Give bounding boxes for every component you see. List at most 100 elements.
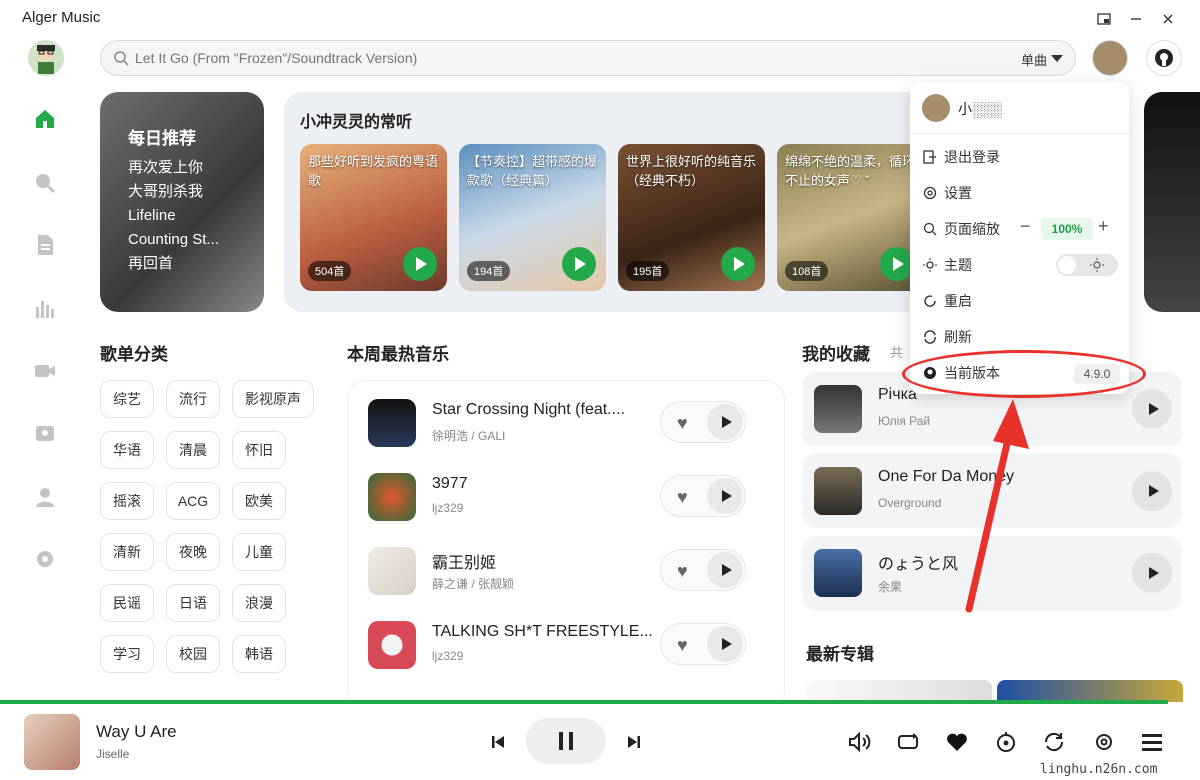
play-icon[interactable] [707,478,743,514]
heart-icon[interactable]: ♥ [677,562,688,580]
new-albums-title: 最新专辑 [806,645,874,664]
hot-music-title: 本周最热音乐 [347,345,449,364]
playlist-card[interactable]: 那些好听到发疯的粤语歌 504首 [300,144,447,291]
category-tag[interactable]: 清晨 [166,431,220,469]
menu-item-label: 刷新 [944,329,972,345]
next-icon[interactable] [620,728,648,756]
search-bar[interactable]: 单曲 [100,40,1076,76]
close-icon[interactable] [1158,10,1178,28]
menu-item-restart[interactable]: 重启 [922,289,1122,313]
video-nav-icon[interactable] [30,356,60,386]
github-icon[interactable] [1146,40,1182,76]
list-item[interactable]: 霸王别姬 薛之谦 / 张靓颖 ♥ [368,543,768,599]
menu-user-header[interactable]: 小░░░ [910,82,1129,134]
category-tag[interactable]: 综艺 [100,380,154,418]
play-icon[interactable] [707,404,743,440]
song-title: 3977 [432,475,468,492]
zoom-in-button[interactable]: + [1098,216,1109,237]
play-icon[interactable] [707,552,743,588]
list-item[interactable]: Star Crossing Night (feat.... 徐明浩 / GALI… [368,395,768,451]
repeat-icon[interactable] [894,728,922,756]
volume-icon[interactable] [845,728,873,756]
category-tag[interactable]: 欧美 [232,482,286,520]
menu-item-refresh[interactable]: 刷新 [922,325,1122,349]
playlist-card[interactable]: 【节奏控】超带感的爆款歌（经典篇） 194首 [459,144,606,291]
play-icon[interactable] [1132,389,1172,429]
category-tag[interactable]: 流行 [166,380,220,418]
heart-icon[interactable]: ♥ [677,488,688,506]
heart-icon[interactable] [943,728,971,756]
now-playing-cover[interactable] [24,714,80,770]
zoom-out-button[interactable]: − [1020,216,1031,237]
collection-count: 共 [890,345,904,360]
daily-recommend-card[interactable]: 每日推荐 再次爱上你 大哥别杀我 Lifeline Counting St...… [100,92,264,312]
user-nav-icon[interactable] [30,482,60,512]
play-icon[interactable] [721,247,755,281]
mv-nav-icon[interactable] [30,418,60,448]
app-logo-avatar[interactable] [28,40,64,76]
category-tag[interactable]: 日语 [166,584,220,622]
song-artist: 余果 [878,580,903,594]
category-tag[interactable]: 清新 [100,533,154,571]
menu-icon[interactable] [1138,728,1166,756]
song-cover [368,547,416,595]
play-icon[interactable] [403,247,437,281]
play-icon[interactable] [1132,471,1172,511]
play-icon[interactable] [562,247,596,281]
user-dropdown-menu: 小░░░ 退出登录 设置 页面缩放 − 100% + 主题 重启 刷新 当前版本… [910,82,1129,394]
restart-icon [922,293,938,309]
title-bar: Alger Music [0,0,1200,36]
song-artist: ljz329 [432,501,464,515]
category-tag[interactable]: 浪漫 [232,584,286,622]
sleep-timer-icon[interactable] [992,728,1020,756]
daily-song: 再回首 [128,255,174,272]
list-item[interactable]: 3977 ljz329 ♥ [368,469,768,525]
song-title: のょうと风 [878,556,959,573]
category-tag[interactable]: 民谣 [100,584,154,622]
loop-icon[interactable] [1040,728,1068,756]
play-icon[interactable] [707,626,743,662]
gear-icon[interactable] [1090,728,1118,756]
playlist-card[interactable]: 世界上很好听的纯音乐（经典不朽） 195首 [618,144,765,291]
banner-card[interactable] [1144,92,1200,312]
album-card[interactable] [997,680,1183,702]
play-icon[interactable] [880,247,914,281]
playlist-nav-icon[interactable] [30,230,60,260]
menu-item-logout[interactable]: 退出登录 [922,145,1122,169]
search-input[interactable] [135,50,935,66]
user-avatar[interactable] [1092,40,1128,76]
album-card[interactable] [806,680,992,702]
category-tag[interactable]: 校园 [166,635,220,673]
chevron-down-icon[interactable] [1051,55,1063,62]
home-icon[interactable] [30,104,60,134]
daily-song: Counting St... [128,231,219,248]
category-tag[interactable]: 儿童 [232,533,286,571]
category-tag[interactable]: 影视原声 [232,380,314,418]
theme-toggle[interactable] [1056,254,1118,276]
category-tag[interactable]: 摇滚 [100,482,154,520]
category-tag[interactable]: 学习 [100,635,154,673]
hot-music-list: Star Crossing Night (feat.... 徐明浩 / GALI… [347,380,785,710]
menu-item-settings[interactable]: 设置 [922,181,1122,205]
category-tag[interactable]: 怀旧 [232,431,286,469]
pause-button[interactable] [526,718,606,764]
list-item[interactable]: TALKING SH*T FREESTYLE... ljz329 ♥ [368,617,768,673]
playlist-card[interactable]: 绵绵不绝的温柔，循环不止的女声♡ ˘ 108首 [777,144,924,291]
chart-nav-icon[interactable] [30,294,60,324]
category-tag[interactable]: 夜晚 [166,533,220,571]
search-nav-icon[interactable] [30,168,60,198]
heart-icon[interactable]: ♥ [677,636,688,654]
category-tag[interactable]: ACG [166,482,220,520]
settings-nav-icon[interactable] [30,544,60,574]
song-cover [814,467,862,515]
search-type-select[interactable]: 单曲 [1021,50,1047,69]
category-tag[interactable]: 华语 [100,431,154,469]
song-cover [368,473,416,521]
now-playing-title: Way U Are [96,722,177,741]
play-icon[interactable] [1132,553,1172,593]
mini-mode-icon[interactable] [1094,10,1114,28]
previous-icon[interactable] [484,728,512,756]
heart-icon[interactable]: ♥ [677,414,688,432]
minimize-icon[interactable] [1126,10,1146,28]
category-tag[interactable]: 韩语 [232,635,286,673]
